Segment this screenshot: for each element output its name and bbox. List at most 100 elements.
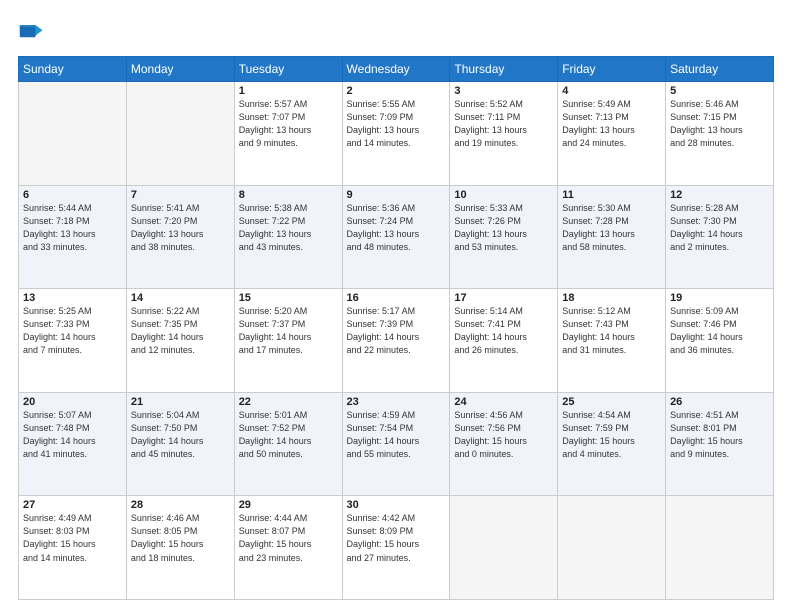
- day-number: 26: [670, 396, 769, 408]
- day-info: Sunrise: 5:57 AM Sunset: 7:07 PM Dayligh…: [239, 98, 338, 150]
- calendar-cell: 8Sunrise: 5:38 AM Sunset: 7:22 PM Daylig…: [234, 185, 342, 289]
- calendar-cell: 2Sunrise: 5:55 AM Sunset: 7:09 PM Daylig…: [342, 82, 450, 186]
- day-info: Sunrise: 5:41 AM Sunset: 7:20 PM Dayligh…: [131, 202, 230, 254]
- day-info: Sunrise: 4:42 AM Sunset: 8:09 PM Dayligh…: [347, 512, 446, 564]
- day-number: 24: [454, 396, 553, 408]
- day-number: 27: [23, 499, 122, 511]
- calendar-cell: 3Sunrise: 5:52 AM Sunset: 7:11 PM Daylig…: [450, 82, 558, 186]
- day-info: Sunrise: 5:04 AM Sunset: 7:50 PM Dayligh…: [131, 409, 230, 461]
- day-number: 5: [670, 85, 769, 97]
- day-number: 20: [23, 396, 122, 408]
- day-number: 6: [23, 189, 122, 201]
- day-number: 18: [562, 292, 661, 304]
- calendar-cell: [666, 496, 774, 600]
- calendar-cell: 24Sunrise: 4:56 AM Sunset: 7:56 PM Dayli…: [450, 392, 558, 496]
- weekday-header: Tuesday: [234, 57, 342, 82]
- calendar-cell: 12Sunrise: 5:28 AM Sunset: 7:30 PM Dayli…: [666, 185, 774, 289]
- calendar-cell: [558, 496, 666, 600]
- day-number: 25: [562, 396, 661, 408]
- day-info: Sunrise: 4:49 AM Sunset: 8:03 PM Dayligh…: [23, 512, 122, 564]
- day-number: 2: [347, 85, 446, 97]
- calendar-week-row: 27Sunrise: 4:49 AM Sunset: 8:03 PM Dayli…: [19, 496, 774, 600]
- day-number: 8: [239, 189, 338, 201]
- day-number: 14: [131, 292, 230, 304]
- day-number: 19: [670, 292, 769, 304]
- day-info: Sunrise: 4:54 AM Sunset: 7:59 PM Dayligh…: [562, 409, 661, 461]
- calendar-cell: 26Sunrise: 4:51 AM Sunset: 8:01 PM Dayli…: [666, 392, 774, 496]
- day-info: Sunrise: 4:51 AM Sunset: 8:01 PM Dayligh…: [670, 409, 769, 461]
- calendar-cell: 9Sunrise: 5:36 AM Sunset: 7:24 PM Daylig…: [342, 185, 450, 289]
- calendar-cell: 11Sunrise: 5:30 AM Sunset: 7:28 PM Dayli…: [558, 185, 666, 289]
- calendar-cell: 7Sunrise: 5:41 AM Sunset: 7:20 PM Daylig…: [126, 185, 234, 289]
- day-info: Sunrise: 5:36 AM Sunset: 7:24 PM Dayligh…: [347, 202, 446, 254]
- calendar-cell: 4Sunrise: 5:49 AM Sunset: 7:13 PM Daylig…: [558, 82, 666, 186]
- day-info: Sunrise: 5:49 AM Sunset: 7:13 PM Dayligh…: [562, 98, 661, 150]
- header: [18, 18, 774, 46]
- calendar-cell: 25Sunrise: 4:54 AM Sunset: 7:59 PM Dayli…: [558, 392, 666, 496]
- day-info: Sunrise: 5:38 AM Sunset: 7:22 PM Dayligh…: [239, 202, 338, 254]
- calendar-cell: 27Sunrise: 4:49 AM Sunset: 8:03 PM Dayli…: [19, 496, 127, 600]
- day-number: 23: [347, 396, 446, 408]
- day-info: Sunrise: 5:30 AM Sunset: 7:28 PM Dayligh…: [562, 202, 661, 254]
- day-number: 13: [23, 292, 122, 304]
- calendar-cell: 22Sunrise: 5:01 AM Sunset: 7:52 PM Dayli…: [234, 392, 342, 496]
- calendar-cell: 5Sunrise: 5:46 AM Sunset: 7:15 PM Daylig…: [666, 82, 774, 186]
- day-number: 22: [239, 396, 338, 408]
- weekday-header: Monday: [126, 57, 234, 82]
- day-info: Sunrise: 5:07 AM Sunset: 7:48 PM Dayligh…: [23, 409, 122, 461]
- day-number: 3: [454, 85, 553, 97]
- calendar-cell: 14Sunrise: 5:22 AM Sunset: 7:35 PM Dayli…: [126, 289, 234, 393]
- weekday-header: Wednesday: [342, 57, 450, 82]
- day-info: Sunrise: 4:59 AM Sunset: 7:54 PM Dayligh…: [347, 409, 446, 461]
- calendar-cell: 29Sunrise: 4:44 AM Sunset: 8:07 PM Dayli…: [234, 496, 342, 600]
- day-info: Sunrise: 5:22 AM Sunset: 7:35 PM Dayligh…: [131, 305, 230, 357]
- weekday-header-row: SundayMondayTuesdayWednesdayThursdayFrid…: [19, 57, 774, 82]
- weekday-header: Friday: [558, 57, 666, 82]
- calendar-cell: 30Sunrise: 4:42 AM Sunset: 8:09 PM Dayli…: [342, 496, 450, 600]
- calendar-cell: 16Sunrise: 5:17 AM Sunset: 7:39 PM Dayli…: [342, 289, 450, 393]
- day-number: 1: [239, 85, 338, 97]
- calendar-week-row: 20Sunrise: 5:07 AM Sunset: 7:48 PM Dayli…: [19, 392, 774, 496]
- day-info: Sunrise: 4:44 AM Sunset: 8:07 PM Dayligh…: [239, 512, 338, 564]
- calendar-cell: 28Sunrise: 4:46 AM Sunset: 8:05 PM Dayli…: [126, 496, 234, 600]
- calendar-cell: 17Sunrise: 5:14 AM Sunset: 7:41 PM Dayli…: [450, 289, 558, 393]
- calendar-cell: 1Sunrise: 5:57 AM Sunset: 7:07 PM Daylig…: [234, 82, 342, 186]
- day-number: 16: [347, 292, 446, 304]
- calendar-week-row: 6Sunrise: 5:44 AM Sunset: 7:18 PM Daylig…: [19, 185, 774, 289]
- calendar-cell: 18Sunrise: 5:12 AM Sunset: 7:43 PM Dayli…: [558, 289, 666, 393]
- day-number: 30: [347, 499, 446, 511]
- calendar-cell: 15Sunrise: 5:20 AM Sunset: 7:37 PM Dayli…: [234, 289, 342, 393]
- weekday-header: Sunday: [19, 57, 127, 82]
- day-info: Sunrise: 5:44 AM Sunset: 7:18 PM Dayligh…: [23, 202, 122, 254]
- weekday-header: Thursday: [450, 57, 558, 82]
- calendar-cell: 21Sunrise: 5:04 AM Sunset: 7:50 PM Dayli…: [126, 392, 234, 496]
- day-number: 7: [131, 189, 230, 201]
- calendar-cell: 20Sunrise: 5:07 AM Sunset: 7:48 PM Dayli…: [19, 392, 127, 496]
- day-number: 12: [670, 189, 769, 201]
- calendar-cell: [19, 82, 127, 186]
- day-info: Sunrise: 5:09 AM Sunset: 7:46 PM Dayligh…: [670, 305, 769, 357]
- logo: [18, 18, 50, 46]
- calendar-week-row: 13Sunrise: 5:25 AM Sunset: 7:33 PM Dayli…: [19, 289, 774, 393]
- day-number: 28: [131, 499, 230, 511]
- day-info: Sunrise: 5:12 AM Sunset: 7:43 PM Dayligh…: [562, 305, 661, 357]
- page: SundayMondayTuesdayWednesdayThursdayFrid…: [0, 0, 792, 612]
- day-info: Sunrise: 5:52 AM Sunset: 7:11 PM Dayligh…: [454, 98, 553, 150]
- day-number: 29: [239, 499, 338, 511]
- day-number: 21: [131, 396, 230, 408]
- day-info: Sunrise: 4:46 AM Sunset: 8:05 PM Dayligh…: [131, 512, 230, 564]
- day-number: 9: [347, 189, 446, 201]
- calendar-cell: 13Sunrise: 5:25 AM Sunset: 7:33 PM Dayli…: [19, 289, 127, 393]
- day-info: Sunrise: 5:17 AM Sunset: 7:39 PM Dayligh…: [347, 305, 446, 357]
- calendar-cell: [126, 82, 234, 186]
- day-info: Sunrise: 5:14 AM Sunset: 7:41 PM Dayligh…: [454, 305, 553, 357]
- calendar-cell: [450, 496, 558, 600]
- calendar-cell: 10Sunrise: 5:33 AM Sunset: 7:26 PM Dayli…: [450, 185, 558, 289]
- day-info: Sunrise: 4:56 AM Sunset: 7:56 PM Dayligh…: [454, 409, 553, 461]
- day-info: Sunrise: 5:01 AM Sunset: 7:52 PM Dayligh…: [239, 409, 338, 461]
- day-number: 17: [454, 292, 553, 304]
- calendar-cell: 19Sunrise: 5:09 AM Sunset: 7:46 PM Dayli…: [666, 289, 774, 393]
- calendar-cell: 23Sunrise: 4:59 AM Sunset: 7:54 PM Dayli…: [342, 392, 450, 496]
- calendar-table: SundayMondayTuesdayWednesdayThursdayFrid…: [18, 56, 774, 600]
- calendar-cell: 6Sunrise: 5:44 AM Sunset: 7:18 PM Daylig…: [19, 185, 127, 289]
